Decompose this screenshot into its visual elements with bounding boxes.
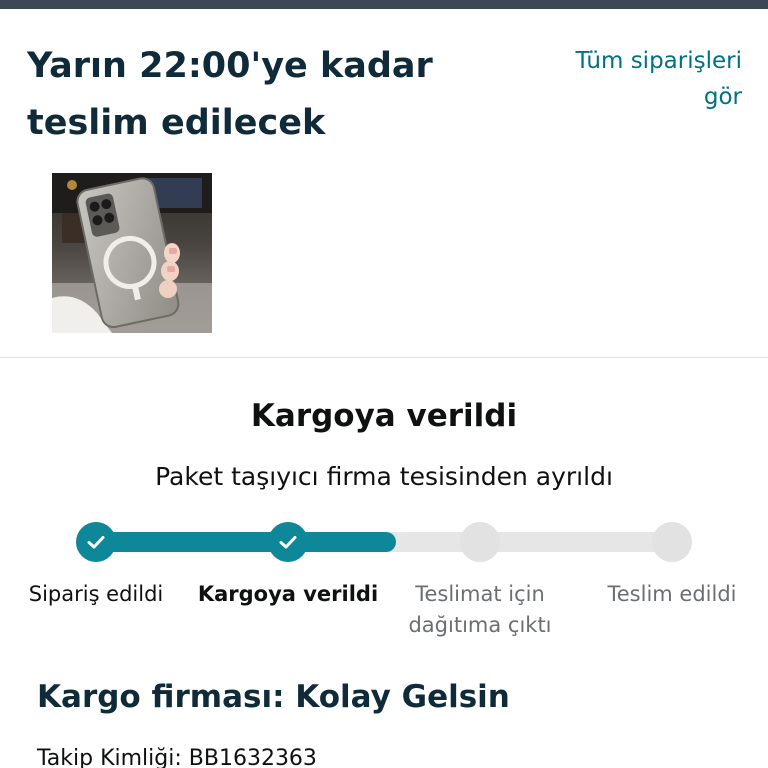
step-4-dot	[652, 522, 692, 562]
shipment-status-subtitle: Paket taşıyıcı firma tesisinden ayrıldı	[155, 462, 613, 491]
step-4-label: Teslim edildi	[607, 582, 737, 606]
step-2-dot	[268, 522, 308, 562]
step-2-label: Kargoya verildi	[197, 582, 379, 606]
checkmark-icon	[87, 536, 105, 549]
all-orders-link[interactable]: Tüm siparişleri gör	[522, 43, 742, 115]
carrier-title: Kargo firması: Kolay Gelsin	[37, 679, 510, 715]
step-1-dot	[76, 522, 116, 562]
delivery-title-line-1: Yarın 22:00'ye kadar	[27, 46, 433, 86]
status-bar-edge	[0, 0, 768, 9]
checkmark-icon	[279, 536, 297, 549]
phone-case-photo-icon	[52, 173, 212, 333]
step-3-dot	[460, 522, 500, 562]
product-thumbnail[interactable]	[52, 173, 212, 333]
tracking-id[interactable]: Takip Kimliği: BB1632363	[37, 742, 737, 768]
all-orders-link-line-2: gör	[703, 84, 742, 110]
step-3-label: Teslimat için dağıtıma çıktı	[408, 582, 552, 637]
step-1-label: Sipariş edildi	[28, 582, 164, 606]
delivery-estimate-title: Yarın 22:00'ye kadar teslim edilecek	[27, 38, 487, 152]
delivery-title-line-2: teslim edilecek	[27, 103, 326, 143]
progress-fill	[96, 532, 396, 552]
shipment-status-title: Kargoya verildi	[250, 398, 518, 434]
all-orders-link-line-1: Tüm siparişleri	[575, 48, 742, 74]
section-divider	[0, 357, 768, 358]
